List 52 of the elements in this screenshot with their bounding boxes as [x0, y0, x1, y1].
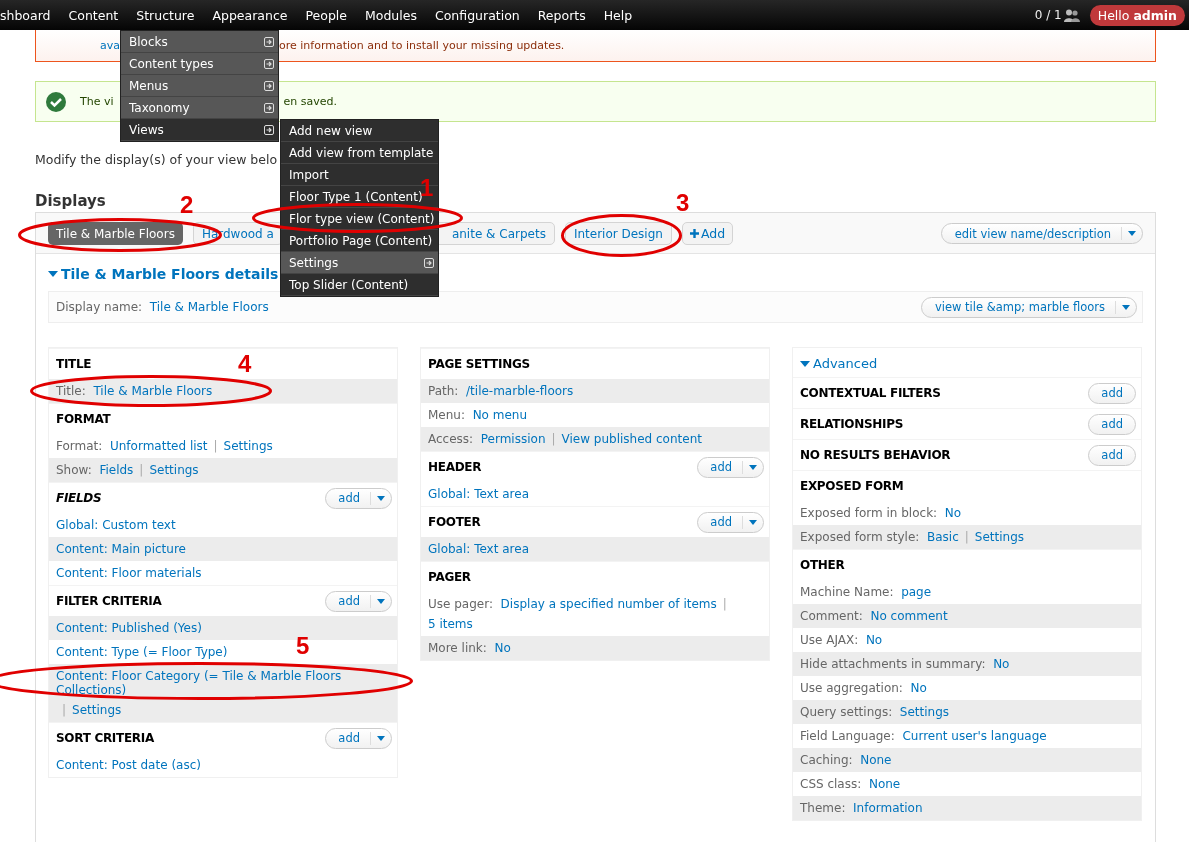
section-title: CONTEXTUAL FILTERS [800, 386, 941, 400]
setting-label: Theme: [800, 801, 847, 815]
annotation-number: 2 [180, 193, 194, 217]
separator: | [62, 703, 67, 717]
separator: | [213, 439, 218, 453]
separator: | [964, 530, 969, 544]
intro-text: Modify the display(s) of your view belo [35, 152, 278, 168]
separator: | [139, 463, 144, 477]
setting-label: CSS class: [800, 777, 863, 791]
section-title: RELATIONSHIPS [800, 417, 904, 431]
setting-label: Caching: [800, 753, 854, 767]
message-text: ava [100, 39, 120, 52]
section-title: FORMAT [56, 412, 111, 426]
section-title: TITLE [56, 357, 92, 371]
setting-label: Use AJAX: [800, 633, 860, 647]
separator: | [722, 597, 727, 611]
annotation-number: 3 [676, 191, 690, 215]
section-title: SORT CRITERIA [56, 731, 154, 745]
setting-label: Menu: [428, 408, 466, 422]
setting-label: Query settings: [800, 705, 894, 719]
message-text: en saved. [283, 95, 337, 108]
annotation-number: 5 [296, 634, 310, 658]
section-title: OTHER [800, 558, 845, 572]
section-title: FILTER CRITERIA [56, 594, 162, 608]
setting-label: Use pager: [428, 597, 494, 611]
displays-heading: Displays [35, 192, 106, 212]
setting-label: Path: [428, 384, 460, 398]
section-title: NO RESULTS BEHAVIOR [800, 448, 951, 462]
setting-label: Exposed form in block: [800, 506, 939, 520]
setting-label: Title: [56, 384, 87, 398]
setting-label: Show: [56, 463, 93, 477]
section-title: HEADER [428, 460, 482, 474]
message-text: The vi [80, 95, 114, 108]
setting-label: Use aggregation: [800, 681, 904, 695]
setting-label: Hide attachments in summary: [800, 657, 987, 671]
section-title: PAGE SETTINGS [428, 357, 530, 371]
section-title: FIELDS [56, 491, 102, 505]
setting-label: Field Language: [800, 729, 896, 743]
display-name-label: Display name: [56, 300, 144, 314]
setting-label: Comment: [800, 609, 864, 623]
section-title: PAGER [428, 570, 471, 584]
setting-label: Format: [56, 439, 104, 453]
setting-label: Access: [428, 432, 475, 446]
setting-label: Exposed form style: [800, 530, 921, 544]
separator: | [551, 432, 556, 446]
annotation-number: 4 [238, 352, 252, 376]
section-title: FOOTER [428, 515, 481, 529]
setting-label: More link: [428, 641, 488, 655]
setting-label: Machine Name: [800, 585, 895, 599]
section-title: EXPOSED FORM [800, 479, 904, 493]
user-count: 0 / 1 [1034, 8, 1062, 22]
message-text: ore information and to install your missing updates. [279, 39, 565, 52]
